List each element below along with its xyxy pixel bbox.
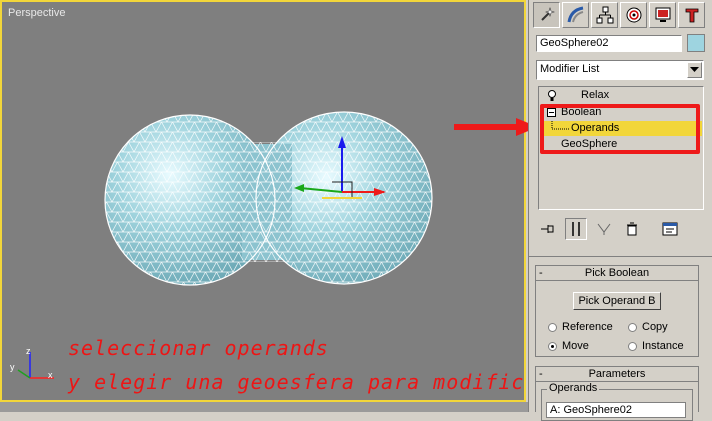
world-axis-tripod <box>17 352 54 379</box>
viewport-bottom-strip <box>0 402 528 412</box>
make-unique-icon <box>597 223 611 235</box>
motion-icon <box>626 7 641 23</box>
display-icon <box>655 7 670 22</box>
operands-group-label: Operands <box>547 382 600 394</box>
axis-x-label: x <box>48 370 53 380</box>
modify-tab[interactable] <box>562 2 589 28</box>
operand-list-item[interactable]: A: GeoSphere02 <box>546 402 686 418</box>
pick-boolean-rollout: - Pick Boolean Pick Operand B Reference … <box>535 265 699 357</box>
annotation-highlight-box <box>540 104 700 154</box>
hierarchy-tab[interactable] <box>591 2 618 28</box>
utilities-icon <box>685 8 698 23</box>
command-panel-tabs <box>533 2 705 30</box>
radio-label: Move <box>562 340 589 352</box>
annotation-line-1: seleccionar operands <box>68 336 329 360</box>
remove-modifier-button[interactable] <box>621 218 643 240</box>
radio-label: Reference <box>562 321 613 333</box>
pin-stack-button[interactable] <box>537 218 559 240</box>
rollout-title: Pick Boolean <box>584 267 650 279</box>
radio-copy[interactable]: Copy <box>628 321 668 333</box>
radio-instance[interactable]: Instance <box>628 340 684 352</box>
object-color-swatch[interactable] <box>687 34 705 52</box>
radio-move[interactable]: Move <box>548 340 589 352</box>
stack-item-relax[interactable]: Relax <box>540 88 702 103</box>
rollout-title: Parameters <box>588 368 646 380</box>
rollout-toggle[interactable]: - <box>539 266 543 280</box>
motion-tab[interactable] <box>620 2 647 28</box>
axis-z-label: z <box>26 346 31 356</box>
axis-y-label: y <box>10 362 15 372</box>
pin-stack-icon <box>541 225 554 233</box>
object-name-field[interactable]: GeoSphere02 <box>536 35 682 52</box>
radio-label: Instance <box>642 340 684 352</box>
configure-sets-button[interactable] <box>659 218 681 240</box>
show-end-result-icon <box>572 222 580 236</box>
make-unique-button[interactable] <box>593 218 615 240</box>
modifier-list-label: Modifier List <box>540 63 600 75</box>
radio-instance-dot[interactable] <box>628 341 637 351</box>
create-tab[interactable] <box>533 2 560 28</box>
pick-boolean-header[interactable]: - Pick Boolean <box>536 266 698 281</box>
display-tab[interactable] <box>649 2 676 28</box>
show-end-result-button[interactable] <box>565 218 587 240</box>
stack-tools <box>537 216 705 242</box>
remove-modifier-icon <box>627 222 637 236</box>
radio-reference-dot[interactable] <box>548 322 557 332</box>
parameters-rollout: - Parameters Operands A: GeoSphere02 <box>535 366 699 421</box>
command-panel: GeoSphere02 Modifier List Relax Boolean … <box>528 0 712 421</box>
parameters-header[interactable]: - Parameters <box>536 367 698 382</box>
radio-label: Copy <box>642 321 668 333</box>
modify-icon <box>567 6 583 23</box>
annotation-line-2: y elegir una geoesfera para modificar <box>68 370 526 394</box>
hierarchy-icon <box>596 6 613 24</box>
modifier-list-dropdown[interactable]: Modifier List <box>536 60 704 80</box>
panel-separator <box>529 256 712 257</box>
pick-operand-b-button[interactable]: Pick Operand B <box>573 292 661 310</box>
configure-sets-icon <box>662 222 678 236</box>
dropdown-arrow-icon[interactable] <box>687 62 702 78</box>
perspective-viewport[interactable]: Perspective z x y seleccionar operands y… <box>0 0 526 402</box>
operands-group: Operands A: GeoSphere02 <box>541 382 693 421</box>
utilities-tab[interactable] <box>678 2 705 28</box>
radio-reference[interactable]: Reference <box>548 321 613 333</box>
radio-copy-dot[interactable] <box>628 322 637 332</box>
stack-item-label: Relax <box>581 89 610 101</box>
create-icon <box>540 7 555 21</box>
radio-move-dot[interactable] <box>548 341 557 351</box>
lightbulb-icon[interactable] <box>547 90 557 102</box>
rollout-toggle[interactable]: - <box>539 367 543 381</box>
modifier-stack[interactable]: Relax Boolean Operands GeoSphere <box>538 86 704 210</box>
